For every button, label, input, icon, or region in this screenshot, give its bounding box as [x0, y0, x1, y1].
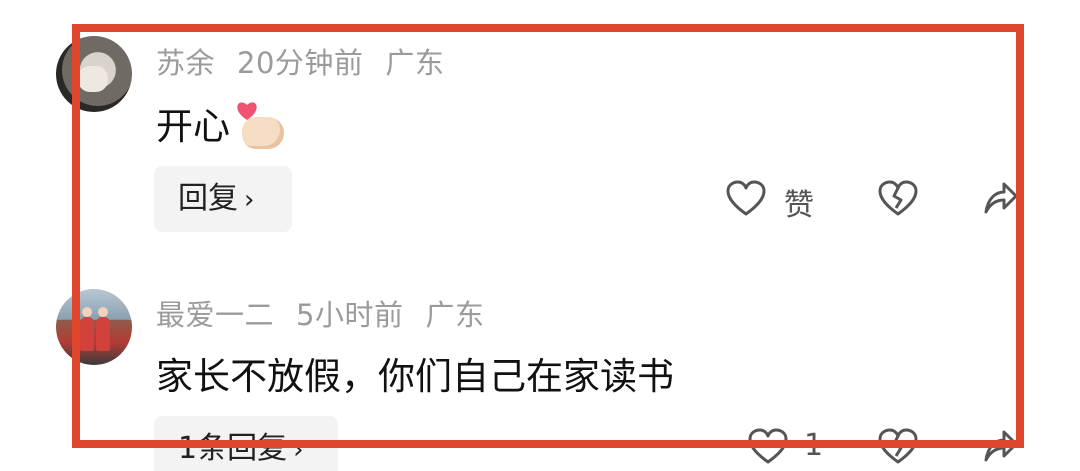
comment-body: 开心	[156, 105, 230, 148]
location: 广东	[385, 46, 445, 80]
like-count: 1	[804, 428, 824, 463]
comment-text: 家长不放假，你们自己在家读书	[156, 355, 674, 398]
heart-hand-icon	[236, 101, 288, 153]
chevron-right-icon: ›	[293, 435, 304, 465]
reply-label: 回复	[178, 181, 238, 216]
location: 广东	[425, 298, 485, 332]
share-icon[interactable]	[982, 180, 1018, 216]
comment-meta: 苏余 20分钟前 广东	[156, 40, 466, 82]
comment-feed: 苏余 20分钟前 广东 开心 回复 › 赞 最爱一二 5小时前 广东 家长不放假，你们自己…	[0, 0, 1080, 471]
share-icon[interactable]	[982, 428, 1018, 464]
timestamp: 5小时前	[296, 298, 404, 332]
broken-heart-icon[interactable]	[878, 180, 918, 218]
heart-icon[interactable]	[748, 428, 788, 466]
like-label[interactable]: 赞	[784, 180, 814, 224]
timestamp: 20分钟前	[237, 46, 364, 80]
heart-icon[interactable]	[726, 180, 766, 218]
chevron-right-icon: ›	[244, 185, 255, 215]
username[interactable]: 最爱一二	[156, 298, 274, 332]
avatar[interactable]	[56, 289, 132, 365]
broken-heart-icon[interactable]	[878, 428, 918, 466]
comment-text: 开心	[156, 96, 288, 153]
comment-meta: 最爱一二 5小时前 广东	[156, 292, 506, 334]
view-replies-button[interactable]: 1条回复 ›	[154, 416, 338, 471]
username[interactable]: 苏余	[156, 46, 215, 80]
avatar[interactable]	[56, 36, 132, 112]
reply-label: 1条回复	[178, 431, 288, 466]
reply-button[interactable]: 回复 ›	[154, 166, 292, 232]
